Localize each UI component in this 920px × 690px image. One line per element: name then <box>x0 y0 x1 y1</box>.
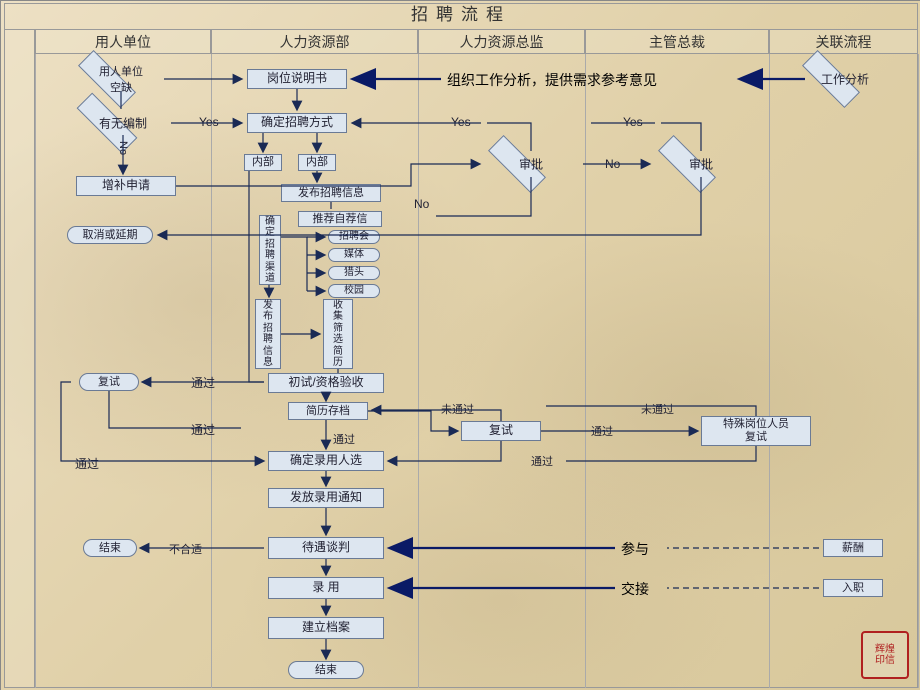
text-analysis: 组织工作分析，提供需求参考意见 <box>447 70 657 90</box>
node-retest2: 复试 <box>461 421 541 441</box>
node-campus: 校园 <box>328 284 380 298</box>
node-archive: 简历存档 <box>288 402 368 420</box>
lane-divider <box>769 54 770 688</box>
diagram-title: 招聘流程 <box>4 1 918 29</box>
node-channel: 确定招聘渠道 <box>259 215 281 285</box>
lane-header-3: 人力资源总监 <box>418 29 585 54</box>
node-initial: 初试/资格验收 <box>268 373 384 393</box>
diagram-stage: 招聘流程 用人单位 人力资源部 人力资源总监 主管总裁 关联流程 用人单位空缺 … <box>0 0 920 690</box>
label-pass3: 通过 <box>333 431 355 447</box>
lane-header-5: 关联流程 <box>769 29 918 54</box>
lane-header-4: 主管总裁 <box>585 29 769 54</box>
label-notpass1: 未通过 <box>441 401 474 417</box>
node-notice: 发放录用通知 <box>268 488 384 508</box>
node-media: 媒体 <box>328 248 380 262</box>
label-no1: No <box>605 157 620 171</box>
lane-header-1: 用人单位 <box>35 29 211 54</box>
seal-stamp: 辉煌印信 <box>861 631 909 679</box>
lane-divider <box>35 54 36 688</box>
node-end2: 结束 <box>288 661 364 679</box>
node-filebuild: 建立档案 <box>268 617 384 639</box>
node-salary: 薪酬 <box>823 539 883 557</box>
label-pass1: 通过 <box>191 374 215 391</box>
node-headhunter: 猎头 <box>328 266 380 280</box>
lane-divider <box>418 54 419 688</box>
node-method: 确定招聘方式 <box>247 113 347 133</box>
node-fair: 招聘会 <box>328 230 380 244</box>
node-publish2: 发布招聘信息 <box>255 299 281 369</box>
label-pass2: 通过 <box>191 421 215 438</box>
node-negotiate: 待遇谈判 <box>268 537 384 559</box>
node-internal2: 内部 <box>298 154 336 171</box>
label-no2: No <box>414 197 429 211</box>
node-cancel: 取消或延期 <box>67 226 153 244</box>
label-notfit: 不合适 <box>169 541 202 557</box>
node-hire: 录 用 <box>268 577 384 599</box>
label-pass4: 通过 <box>75 455 99 472</box>
node-jobdesc: 岗位说明书 <box>247 69 347 89</box>
node-recommend: 推荐自荐信 <box>298 211 382 227</box>
node-publish: 发布招聘信息 <box>281 184 381 202</box>
label-notpass2: 未通过 <box>641 401 674 417</box>
node-onboard: 入职 <box>823 579 883 597</box>
lane-divider <box>211 54 212 688</box>
label-yes1: Yes <box>199 115 219 129</box>
label-pass-m: 通过 <box>591 423 613 439</box>
lane-header-2: 人力资源部 <box>211 29 418 54</box>
node-end1: 结束 <box>83 539 137 557</box>
label-yes2: Yes <box>451 115 471 129</box>
lane-margin <box>4 29 35 688</box>
node-decide: 确定录用人选 <box>268 451 384 471</box>
lane-divider <box>585 54 586 688</box>
label-handover: 交接 <box>621 579 649 599</box>
outer-border <box>4 3 918 688</box>
node-retest1: 复试 <box>79 373 139 391</box>
node-collect: 收集筛选简历 <box>323 299 353 369</box>
label-pass5: 通过 <box>531 453 553 469</box>
label-no-rot: No <box>117 141 129 155</box>
node-supplement: 增补申请 <box>76 176 176 196</box>
node-special: 特殊岗位人员复试 <box>701 416 811 446</box>
label-participate: 参与 <box>621 539 649 559</box>
node-internal1: 内部 <box>244 154 282 171</box>
lane-divider <box>918 54 919 688</box>
label-yes3: Yes <box>623 115 643 129</box>
